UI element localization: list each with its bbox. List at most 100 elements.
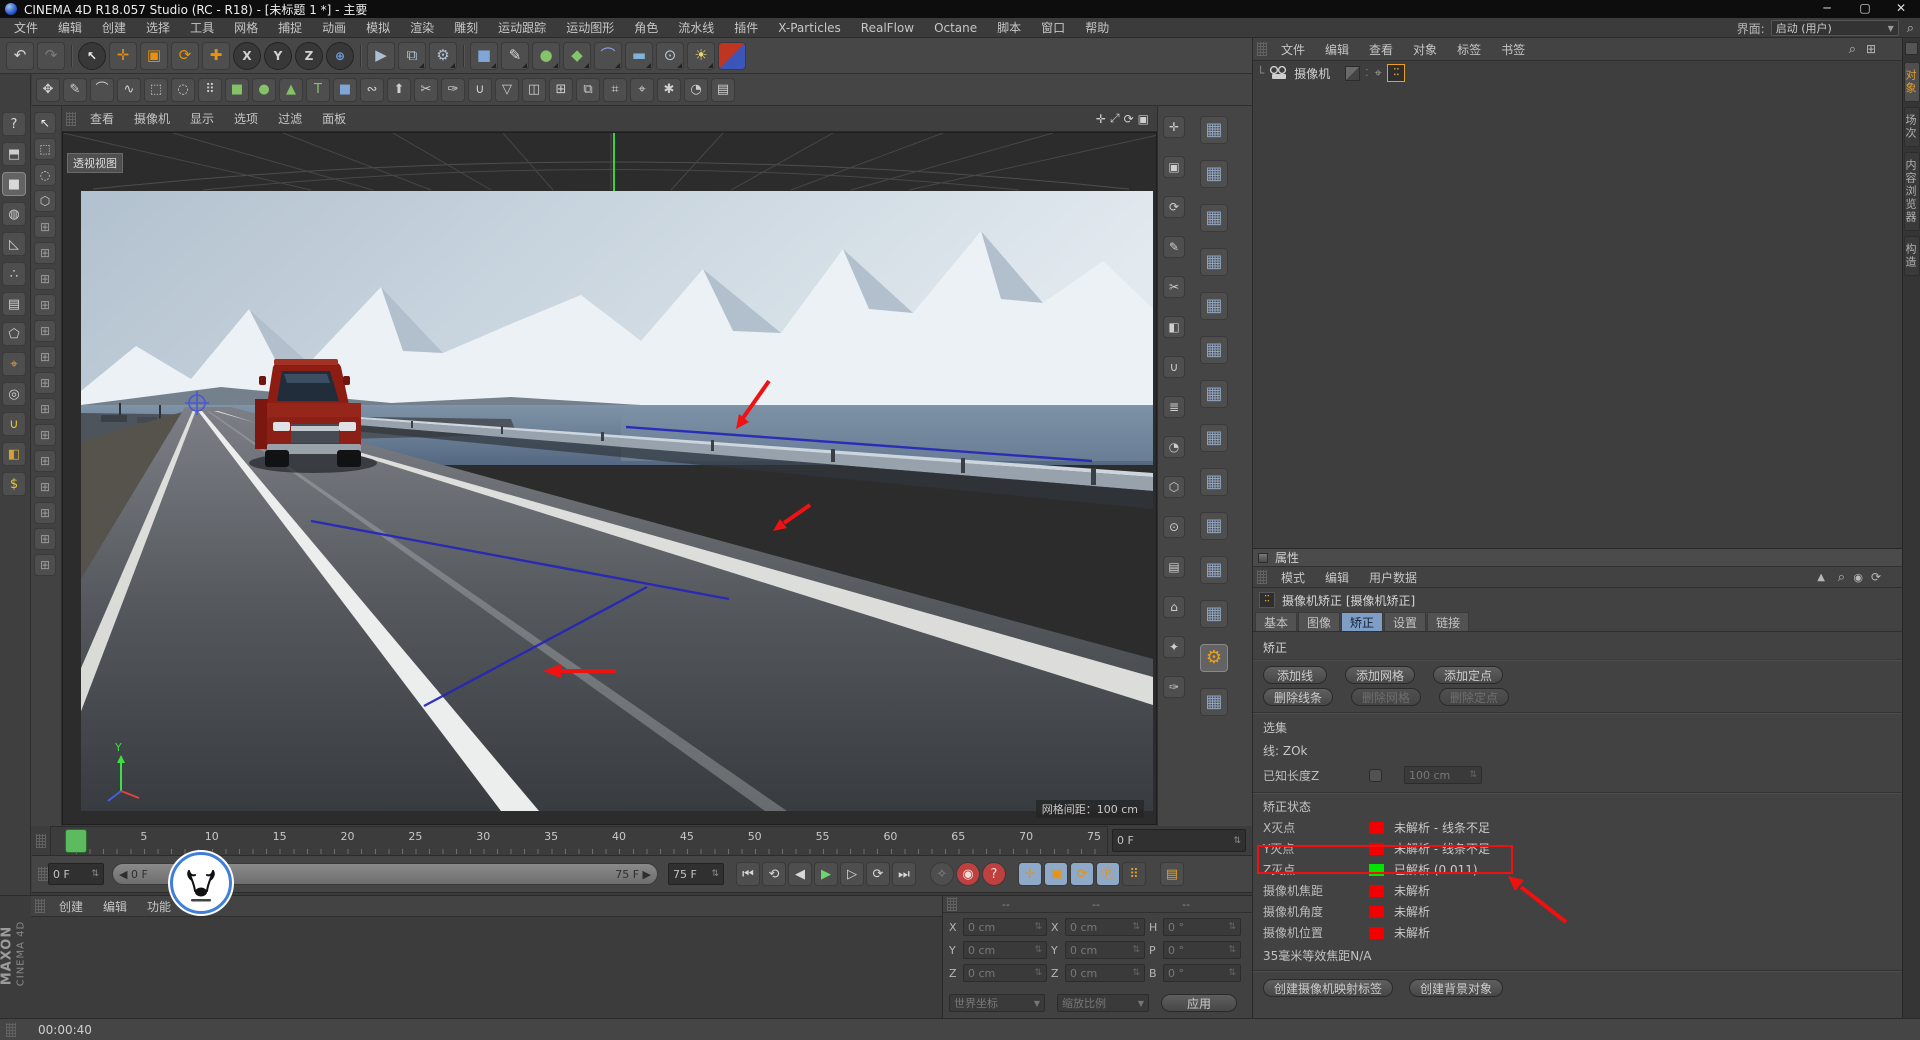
coord-system-icon[interactable]: ⊕ (326, 41, 354, 70)
selection-arrow-icon[interactable]: ↖ (34, 112, 56, 134)
array-grid-5-icon[interactable]: ▦ (1200, 292, 1228, 320)
menu-file[interactable]: 文件 (4, 19, 48, 36)
menu-xparticles[interactable]: X-Particles (768, 21, 851, 35)
palette-grid-11-icon[interactable]: ⊞ (34, 476, 56, 498)
keyframe-selection-button[interactable]: ? (982, 862, 1006, 886)
text-tool-icon[interactable]: T (306, 77, 330, 102)
array-grid-8-icon[interactable]: ▦ (1200, 424, 1228, 452)
spline-pen-icon[interactable]: ✎ (501, 41, 529, 70)
vp-menu-camera[interactable]: 摄像机 (124, 110, 180, 127)
shelf-list-icon[interactable]: ≣ (1163, 396, 1185, 418)
menu-mograph[interactable]: 运动图形 (556, 19, 624, 36)
palette-grid-4-icon[interactable]: ⊞ (34, 294, 56, 316)
array-grid-13-icon[interactable]: ▦ (1200, 688, 1228, 716)
menu-edit[interactable]: 编辑 (48, 19, 92, 36)
timer-icon[interactable]: ◔ (684, 77, 708, 102)
viewport-pan-icon[interactable]: ✛ (1096, 112, 1106, 126)
scale-tool-icon[interactable]: ▣ (140, 41, 168, 70)
known-length-checkbox[interactable] (1369, 768, 1382, 782)
play-button[interactable]: ▶ (814, 862, 838, 886)
stepper-icon[interactable]: ⇅ (1233, 836, 1241, 846)
primitive-cube-icon[interactable]: ■ (470, 41, 498, 70)
palette-grid-9-icon[interactable]: ⊞ (34, 424, 56, 446)
om-filter-icon[interactable]: ⊞ (1866, 42, 1876, 56)
move-tool-icon[interactable]: ✛ (109, 41, 137, 70)
coord-field[interactable]: 0 ° ⇅ (1163, 941, 1241, 959)
asset-store-icon[interactable]: $ (2, 472, 26, 496)
material-drag-handle[interactable] (35, 899, 45, 913)
goto-end-button[interactable]: ⏭ (892, 862, 916, 886)
shelf-fill-icon[interactable]: ◧ (1163, 316, 1185, 338)
attr-tab-basic[interactable]: 基本 (1255, 612, 1298, 631)
prev-frame-button[interactable]: ◀ (788, 862, 812, 886)
spline-arc-icon[interactable]: ⌒ (90, 77, 114, 102)
attr-tab-link[interactable]: 链接 (1427, 612, 1470, 631)
menu-character[interactable]: 角色 (624, 19, 668, 36)
create-background-button[interactable]: 创建背景对象 (1409, 979, 1504, 997)
mat-menu-edit[interactable]: 编辑 (93, 898, 137, 915)
sculpt-pen-icon[interactable]: ✎ (63, 77, 87, 102)
smooth-spline-icon[interactable]: ∿ (117, 77, 141, 102)
menu-motion-tracker[interactable]: 运动跟踪 (488, 19, 556, 36)
menu-help[interactable]: 帮助 (1075, 19, 1119, 36)
palette-grid-5-icon[interactable]: ⊞ (34, 320, 56, 342)
menu-window[interactable]: 窗口 (1031, 19, 1075, 36)
lock-x-icon[interactable]: X (233, 41, 261, 70)
sep2[interactable] (357, 42, 364, 70)
coord-field[interactable]: 0 cm ⇅ (1065, 941, 1145, 959)
make-editable-icon[interactable]: ⬒ (2, 142, 26, 166)
palette-grid-8-icon[interactable]: ⊞ (34, 398, 56, 420)
viewport-canvas[interactable]: 透视视图 Y 网格间距：100 cm (62, 132, 1157, 825)
target-icon[interactable]: ⌖ (1374, 66, 1381, 81)
maximize-button[interactable]: ▢ (1850, 1, 1880, 15)
array-icon[interactable]: ⊞ (549, 77, 573, 102)
object-label[interactable]: 摄像机 (1294, 65, 1330, 82)
vp-menu-filter[interactable]: 过滤 (268, 110, 312, 127)
ruler-frame-spinner[interactable]: 0 F ⇅ (1112, 829, 1246, 852)
attr-tab-settings[interactable]: 设置 (1384, 612, 1427, 631)
array-grid-4-icon[interactable]: ▦ (1200, 248, 1228, 276)
lock-z-icon[interactable]: Z (295, 41, 323, 70)
paint-bucket-icon[interactable]: ◧ (2, 442, 26, 466)
shelf-timer-icon[interactable]: ◔ (1163, 436, 1185, 458)
coord-field[interactable]: 0 cm ⇅ (1065, 918, 1145, 936)
prim-cone-green-icon[interactable]: ▲ (279, 77, 303, 102)
context-help-icon[interactable]: ? (2, 112, 26, 136)
axis-center-icon[interactable]: ⌖ (630, 77, 654, 102)
prim-cube-blue-icon[interactable]: ■ (333, 77, 357, 102)
helix-icon[interactable]: ∾ (360, 77, 384, 102)
shelf-move-icon[interactable]: ✛ (1163, 116, 1185, 138)
coord-field[interactable]: 0 ° ⇅ (1163, 918, 1241, 936)
screw-icon[interactable]: ✱ (657, 77, 681, 102)
shelf-panel-icon[interactable]: ▤ (1163, 556, 1185, 578)
visibility-toggle[interactable] (1345, 65, 1361, 81)
array-grid-11-icon[interactable]: ▦ (1200, 556, 1228, 584)
attr-menu-userdata[interactable]: 用户数据 (1359, 569, 1427, 586)
om-menu-object[interactable]: 对象 (1403, 41, 1447, 58)
palette-grid-3-icon[interactable]: ⊞ (34, 268, 56, 290)
goto-start-button[interactable]: ⏮ (736, 862, 760, 886)
generator-icon[interactable]: ◆ (563, 41, 591, 70)
poly-select-icon[interactable]: ⬡ (34, 190, 56, 212)
shelf-spark-icon[interactable]: ✦ (1163, 636, 1185, 658)
om-menu-bookmark[interactable]: 书签 (1491, 41, 1535, 58)
redo-icon[interactable]: ↷ (37, 41, 65, 70)
environment-floor-icon[interactable]: ▬ (625, 41, 653, 70)
dot-circle-icon[interactable]: ◌ (171, 77, 195, 102)
palette-grid-10-icon[interactable]: ⊞ (34, 450, 56, 472)
palette-grid-14-icon[interactable]: ⊞ (34, 554, 56, 576)
close-button[interactable]: ✕ (1886, 1, 1916, 15)
menu-pipeline[interactable]: 流水线 (668, 19, 724, 36)
polygons-mode-icon[interactable]: ⬠ (2, 322, 26, 346)
measure-icon[interactable]: ⌗ (603, 77, 627, 102)
known-length-field[interactable]: 100 cm ⇅ (1404, 766, 1482, 784)
workplane-mode-icon[interactable]: ◺ (2, 232, 26, 256)
coord-field[interactable]: 0 ° ⇅ (1163, 964, 1241, 982)
delete-grid-button[interactable]: 删除网格 (1351, 688, 1422, 706)
vp-menu-options[interactable]: 选项 (224, 110, 268, 127)
attr-lock-icon[interactable]: ◉ (1853, 571, 1863, 584)
mat-menu-create[interactable]: 创建 (49, 898, 93, 915)
coord-field[interactable]: 0 cm ⇅ (1065, 964, 1145, 982)
coord-field[interactable]: 0 cm ⇅ (963, 918, 1047, 936)
om-menu-edit[interactable]: 编辑 (1315, 41, 1359, 58)
